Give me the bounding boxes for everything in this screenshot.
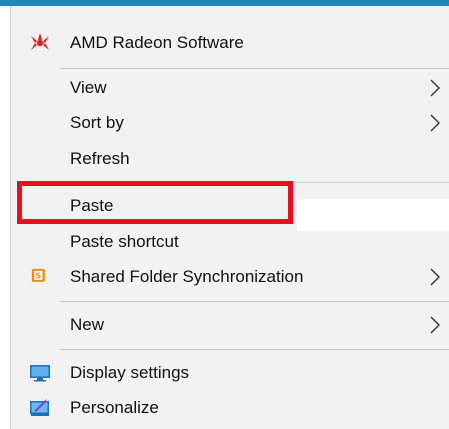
menu-item-personalize[interactable]: Personalize bbox=[11, 391, 449, 425]
display-icon bbox=[30, 365, 50, 382]
svg-text:S: S bbox=[35, 271, 41, 281]
menu-separator bbox=[60, 301, 449, 302]
menu-item-refresh[interactable]: Refresh bbox=[11, 142, 449, 176]
menu-item-label: Paste shortcut bbox=[70, 232, 179, 251]
menu-separator bbox=[60, 182, 449, 183]
menu-item-label: Personalize bbox=[70, 398, 159, 417]
menu-item-view[interactable]: View bbox=[11, 71, 449, 105]
menu-item-sort-by[interactable]: Sort by bbox=[11, 106, 449, 140]
menu-item-label: Paste bbox=[70, 196, 114, 215]
shared-folder-icon: S bbox=[31, 268, 45, 282]
menu-item-label: Refresh bbox=[70, 149, 130, 168]
menu-item-paste[interactable]: Paste bbox=[11, 189, 449, 223]
amd-radeon-icon bbox=[31, 33, 49, 50]
chevron-right-icon bbox=[430, 114, 440, 132]
menu-item-amd-radeon-software[interactable]: AMD Radeon Software bbox=[11, 26, 449, 60]
menu-separator bbox=[60, 349, 449, 350]
chevron-right-icon bbox=[430, 268, 440, 286]
chevron-right-icon bbox=[430, 79, 440, 97]
menu-item-shared-folder-synchronization[interactable]: S Shared Folder Synchronization bbox=[11, 260, 449, 294]
menu-item-label: View bbox=[70, 78, 107, 97]
menu-item-label: Display settings bbox=[70, 363, 190, 382]
personalize-icon bbox=[30, 399, 49, 416]
menu-item-label: AMD Radeon Software bbox=[70, 33, 244, 52]
menu-item-label: New bbox=[70, 315, 105, 334]
menu-item-paste-shortcut[interactable]: Paste shortcut bbox=[11, 225, 449, 259]
desktop-context-menu: AMD Radeon Software View Sort by Refresh… bbox=[10, 6, 449, 429]
menu-item-display-settings[interactable]: Display settings bbox=[11, 356, 449, 390]
menu-item-label: Sort by bbox=[70, 113, 124, 132]
menu-separator bbox=[60, 68, 449, 69]
menu-item-new[interactable]: New bbox=[11, 308, 449, 342]
chevron-right-icon bbox=[430, 316, 440, 334]
menu-item-label: Shared Folder Synchronization bbox=[70, 267, 304, 286]
